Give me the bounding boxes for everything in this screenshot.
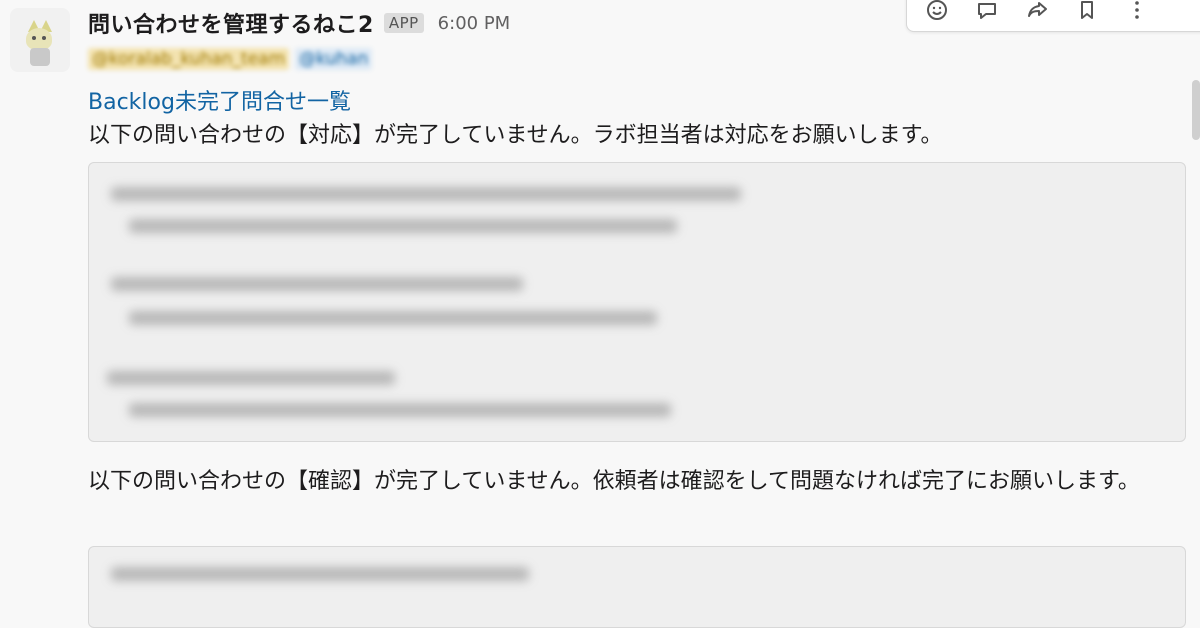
- blurred-line: [111, 187, 741, 201]
- share-icon[interactable]: [1025, 0, 1049, 22]
- message-timestamp[interactable]: 6:00 PM: [438, 13, 511, 34]
- blurred-line: [111, 567, 529, 581]
- message-header: 問い合わせを管理するねこ2 APP 6:00 PM: [88, 6, 510, 40]
- blurred-line: [129, 403, 671, 417]
- more-options-icon[interactable]: [1125, 0, 1149, 22]
- scrollbar-thumb[interactable]: [1192, 80, 1200, 140]
- cat-eye-right: [42, 36, 46, 40]
- response-pending-codeblock: [88, 162, 1186, 442]
- confirmation-pending-codeblock: [88, 546, 1186, 628]
- cat-eye-left: [32, 36, 36, 40]
- app-badge: APP: [383, 13, 424, 33]
- cat-body: [30, 48, 50, 66]
- response-pending-text: 以下の問い合わせの【対応】が完了していません。ラボ担当者は対応をお願いします。: [88, 123, 943, 148]
- mentions-row: @koralab_kuhan_team @kuhan: [88, 48, 373, 70]
- confirmation-pending-text: 以下の問い合わせの【確認】が完了していません。依頼者は確認をして問題なければ完了…: [88, 469, 1140, 494]
- blurred-line: [111, 277, 523, 291]
- emoji-reaction-icon[interactable]: [925, 0, 949, 22]
- cat-head: [26, 28, 52, 50]
- backlog-list-link[interactable]: Backlog未完了問合せ一覧: [88, 84, 351, 116]
- bookmark-icon[interactable]: [1075, 0, 1099, 22]
- mention-group[interactable]: @koralab_kuhan_team: [88, 48, 290, 70]
- message-actions-toolbar: [906, 0, 1200, 32]
- sender-name[interactable]: 問い合わせを管理するねこ2: [88, 7, 374, 39]
- bot-avatar[interactable]: [10, 8, 70, 72]
- mention-user[interactable]: @kuhan: [295, 48, 373, 70]
- blurred-line: [129, 311, 657, 325]
- reply-thread-icon[interactable]: [975, 0, 999, 22]
- blurred-line: [107, 371, 395, 385]
- blurred-line: [129, 219, 677, 233]
